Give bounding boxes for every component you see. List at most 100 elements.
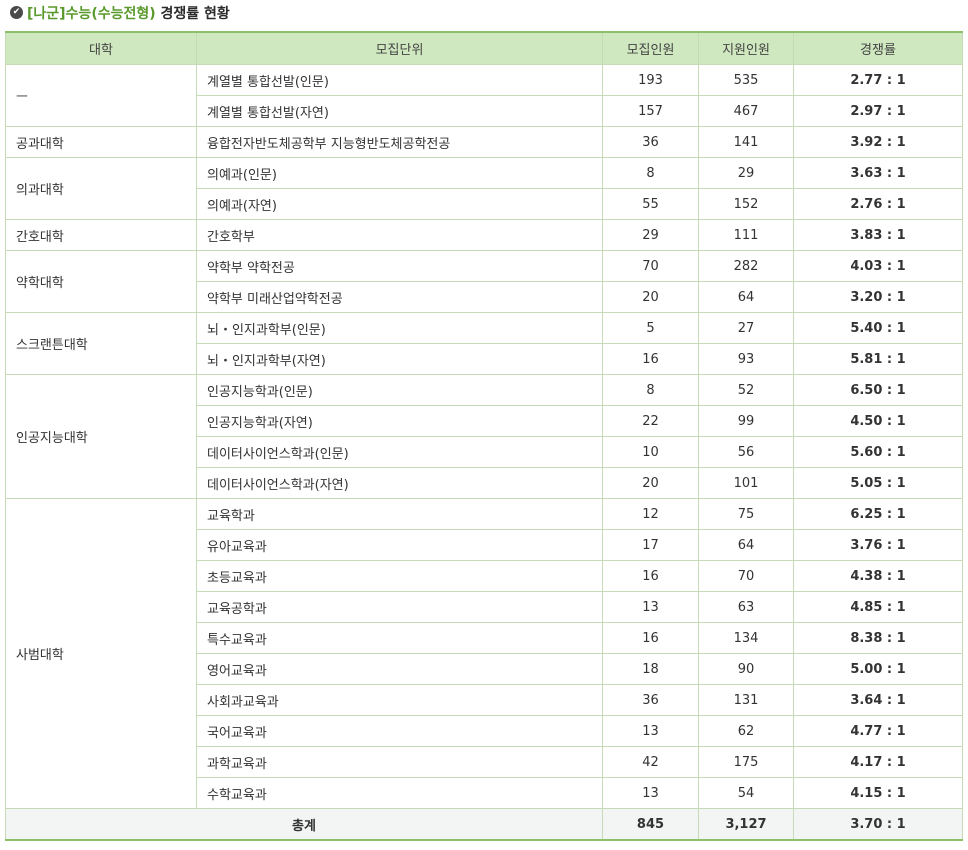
univ-cell: 인공지능대학 [5, 374, 197, 499]
recruit-cell: 18 [602, 653, 699, 685]
recruit-cell: 13 [602, 591, 699, 623]
rate-cell: 4.15 : 1 [793, 777, 963, 809]
table-row: 의과대학 의예과(인문) 8 29 3.63 : 1 [5, 157, 963, 220]
applicants-cell: 63 [698, 591, 794, 623]
applicants-cell: 467 [698, 95, 794, 127]
recruit-cell: 70 [602, 250, 699, 282]
total-rate: 3.70 : 1 [793, 808, 963, 841]
applicants-cell: 99 [698, 405, 794, 437]
rate-cell: 6.25 : 1 [793, 498, 963, 530]
recruit-cell: 17 [602, 529, 699, 561]
unit-cell: 데이터사이언스학과(인문) [196, 436, 603, 468]
unit-cell: 약학부 미래산업약학전공 [196, 281, 603, 313]
applicants-cell: 75 [698, 498, 794, 530]
univ-cell: 사범대학 [5, 498, 197, 809]
unit-cell: 뇌・인지과학부(자연) [196, 343, 603, 375]
unit-cell: 과학교육과 [196, 746, 603, 778]
applicants-cell: 141 [698, 126, 794, 158]
header-recruit: 모집인원 [602, 31, 699, 65]
unit-cell: 특수교육과 [196, 622, 603, 654]
unit-cell: 약학부 약학전공 [196, 250, 603, 282]
unit-cell: 인공지능학과(자연) [196, 405, 603, 437]
univ-cell: 스크랜튼대학 [5, 312, 197, 375]
title-highlight: [나군]수능(수능전형) [27, 6, 156, 22]
recruit-cell: 36 [602, 126, 699, 158]
unit-cell: 교육공학과 [196, 591, 603, 623]
applicants-cell: 70 [698, 560, 794, 592]
header-rate: 경쟁률 [793, 31, 963, 65]
unit-cell: 간호학부 [196, 219, 603, 251]
rate-cell: 4.50 : 1 [793, 405, 963, 437]
unit-cell: 초등교육과 [196, 560, 603, 592]
recruit-cell: 5 [602, 312, 699, 344]
rate-cell: 5.00 : 1 [793, 653, 963, 685]
table-row: 공과대학 융합전자반도체공학부 지능형반도체공학전공 36 141 3.92 : 1 [5, 126, 963, 158]
recruit-cell: 12 [602, 498, 699, 530]
unit-cell: 계열별 통합선발(인문) [196, 64, 603, 96]
applicants-cell: 64 [698, 281, 794, 313]
rate-cell: 6.50 : 1 [793, 374, 963, 406]
recruit-cell: 16 [602, 343, 699, 375]
header-applicants: 지원인원 [698, 31, 794, 65]
recruit-cell: 42 [602, 746, 699, 778]
table-row: 사범대학 교육학과 12 75 6.25 : 1 [5, 498, 963, 809]
applicants-cell: 111 [698, 219, 794, 251]
unit-cell: 데이터사이언스학과(자연) [196, 467, 603, 499]
recruit-cell: 20 [602, 281, 699, 313]
univ-cell: 약학대학 [5, 250, 197, 313]
rate-cell: 3.64 : 1 [793, 684, 963, 716]
applicants-cell: 175 [698, 746, 794, 778]
rate-cell: 3.76 : 1 [793, 529, 963, 561]
rate-cell: 5.60 : 1 [793, 436, 963, 468]
rate-cell: 4.77 : 1 [793, 715, 963, 747]
unit-cell: 수학교육과 [196, 777, 603, 809]
unit-cell: 사회과교육과 [196, 684, 603, 716]
table-row: 약학대학 약학부 약학전공 70 282 4.03 : 1 [5, 250, 963, 313]
rate-cell: 3.92 : 1 [793, 126, 963, 158]
recruit-cell: 157 [602, 95, 699, 127]
recruit-cell: 20 [602, 467, 699, 499]
applicants-cell: 27 [698, 312, 794, 344]
rate-cell: 4.17 : 1 [793, 746, 963, 778]
rate-cell: 4.03 : 1 [793, 250, 963, 282]
rate-cell: 4.85 : 1 [793, 591, 963, 623]
rate-cell: 5.40 : 1 [793, 312, 963, 344]
unit-cell: 영어교육과 [196, 653, 603, 685]
applicants-cell: 93 [698, 343, 794, 375]
applicants-cell: 56 [698, 436, 794, 468]
univ-cell: 공과대학 [5, 126, 197, 158]
applicants-cell: 62 [698, 715, 794, 747]
unit-cell: 계열별 통합선발(자연) [196, 95, 603, 127]
unit-cell: 유아교육과 [196, 529, 603, 561]
applicants-cell: 134 [698, 622, 794, 654]
rate-cell: 2.76 : 1 [793, 188, 963, 220]
recruit-cell: 13 [602, 715, 699, 747]
competition-rate-table: 대학 모집단위 모집인원 지원인원 경쟁률 ㅡ 계열별 통합선발(인문) 193 53… [5, 31, 963, 841]
rate-cell: 3.83 : 1 [793, 219, 963, 251]
recruit-cell: 16 [602, 622, 699, 654]
recruit-cell: 10 [602, 436, 699, 468]
univ-cell: 간호대학 [5, 219, 197, 251]
recruit-cell: 22 [602, 405, 699, 437]
unit-cell: 교육학과 [196, 498, 603, 530]
unit-cell: 의예과(인문) [196, 157, 603, 189]
univ-cell: 의과대학 [5, 157, 197, 220]
applicants-cell: 131 [698, 684, 794, 716]
unit-cell: 국어교육과 [196, 715, 603, 747]
total-row: 총계 845 3,127 3.70 : 1 [5, 808, 963, 841]
applicants-cell: 54 [698, 777, 794, 809]
unit-cell: 융합전자반도체공학부 지능형반도체공학전공 [196, 126, 603, 158]
table-header-row: 대학 모집단위 모집인원 지원인원 경쟁률 [5, 31, 963, 65]
recruit-cell: 8 [602, 374, 699, 406]
applicants-cell: 101 [698, 467, 794, 499]
unit-cell: 인공지능학과(인문) [196, 374, 603, 406]
recruit-cell: 13 [602, 777, 699, 809]
applicants-cell: 29 [698, 157, 794, 189]
check-circle-icon: ✔ [10, 5, 23, 19]
applicants-cell: 152 [698, 188, 794, 220]
rate-cell: 5.81 : 1 [793, 343, 963, 375]
applicants-cell: 52 [698, 374, 794, 406]
table-row: ㅡ 계열별 통합선발(인문) 193 535 2.77 : 1 [5, 64, 963, 127]
recruit-cell: 36 [602, 684, 699, 716]
table-body: ㅡ 계열별 통합선발(인문) 193 535 2.77 : 1 계열별 통합선발(자연) 1… [5, 64, 963, 841]
